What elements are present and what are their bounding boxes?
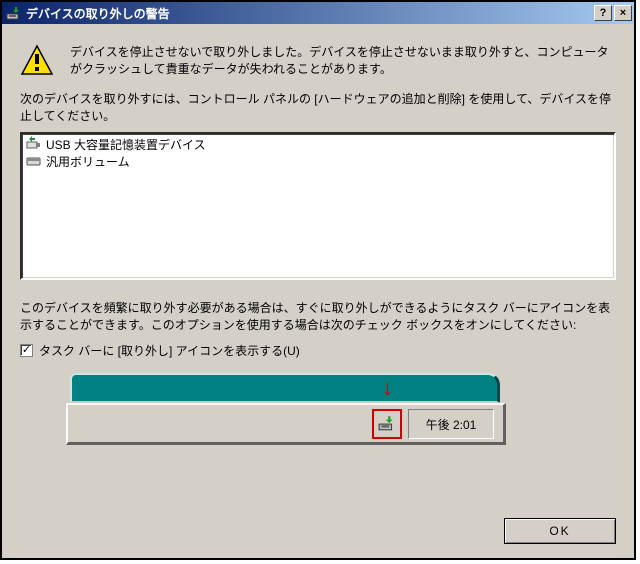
- tray-eject-icon-highlight: [372, 409, 402, 439]
- show-tray-icon-checkbox-row: ✓ タスク バーに [取り外し] アイコンを表示する(U): [6, 338, 630, 359]
- arrow-down-icon: ↓: [382, 377, 393, 399]
- list-item[interactable]: 汎用ボリューム: [24, 153, 612, 170]
- list-item-label: 汎用ボリューム: [46, 153, 130, 170]
- note-text: このデバイスを頻繁に取り外す必要がある場合は、すぐに取り外しができるようにタスク…: [6, 280, 630, 339]
- desktop-strip: [70, 373, 500, 403]
- taskbar-illustration: ↓ 午後 2:01: [66, 373, 616, 461]
- instruction-text: 次のデバイスを取り外すには、コントロール パネルの [ハードウェアの追加と削除]…: [6, 85, 630, 130]
- usb-device-icon: [26, 136, 42, 152]
- warning-message: デバイスを停止させないで取り外しました。デバイスを停止させないまま取り外すと、コ…: [70, 44, 616, 79]
- dialog-window: デバイスの取り外しの警告 ? × デバイスを停止させないで取り外しました。デバイ…: [0, 0, 636, 560]
- show-tray-icon-checkbox[interactable]: ✓: [20, 344, 33, 357]
- warning-icon: [20, 44, 54, 78]
- list-item-label: USB 大容量記憶装置デバイス: [46, 136, 206, 153]
- eject-device-icon: [6, 5, 22, 21]
- window-title: デバイスの取り外しの警告: [26, 5, 594, 22]
- device-list[interactable]: USB 大容量記憶装置デバイス 汎用ボリューム: [20, 132, 616, 280]
- close-button[interactable]: ×: [614, 5, 632, 21]
- ok-button[interactable]: OK: [504, 518, 616, 544]
- volume-icon: [26, 153, 42, 169]
- list-item[interactable]: USB 大容量記憶装置デバイス: [24, 136, 612, 153]
- checkbox-label: タスク バーに [取り外し] アイコンを表示する(U): [39, 342, 300, 359]
- tray-clock: 午後 2:01: [408, 409, 494, 439]
- help-button[interactable]: ?: [594, 5, 612, 21]
- titlebar: デバイスの取り外しの警告 ? ×: [2, 2, 634, 24]
- eject-device-icon: [378, 414, 396, 435]
